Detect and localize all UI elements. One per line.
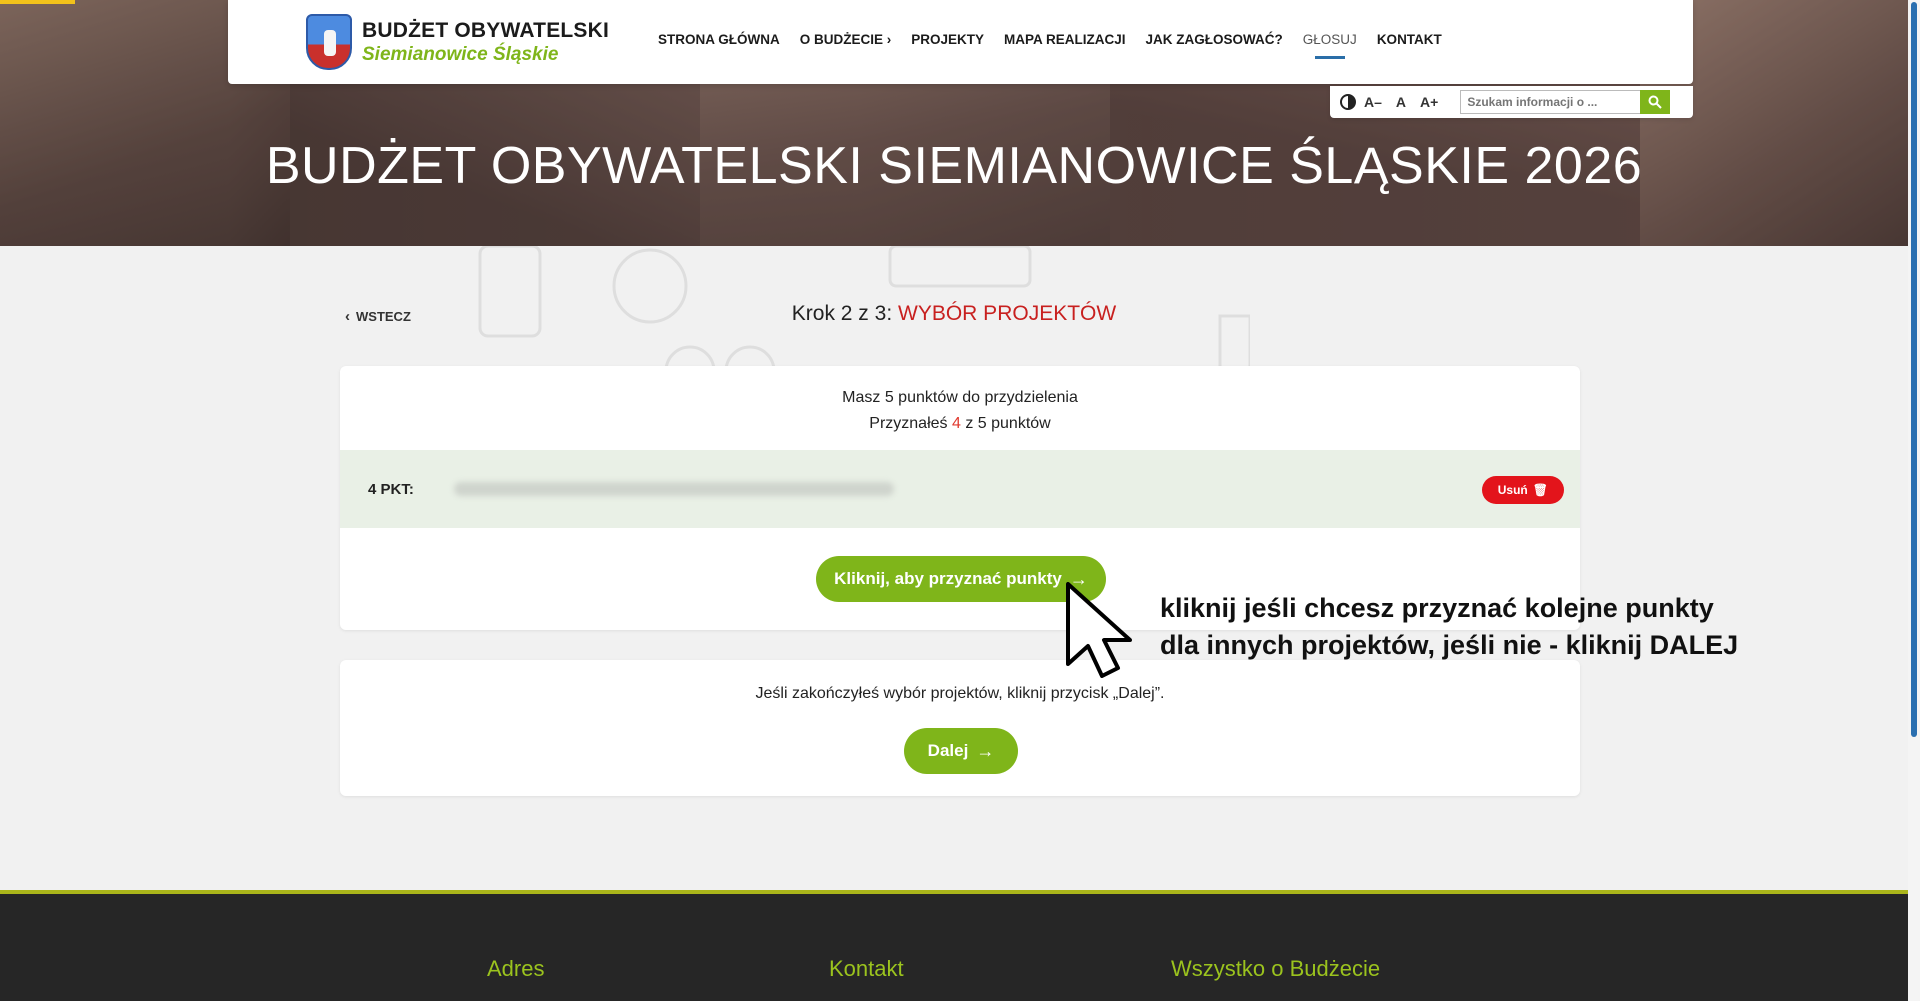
nav-item-vote[interactable]: GŁOSUJ: [1303, 32, 1357, 59]
points-assigned-value: 4: [951, 415, 961, 432]
finish-card: Jeśli zakończyłeś wybór projektów, klikn…: [340, 660, 1580, 796]
annotation-line-1: kliknij jeśli chcesz przyznać kolejne pu…: [1160, 593, 1714, 623]
footer-heading-about: Wszystko o Budżecie: [1171, 956, 1381, 981]
scrollbar-thumb[interactable]: [1911, 2, 1917, 737]
nav-item-map[interactable]: MAPA REALIZACJI: [1004, 32, 1126, 47]
search-input[interactable]: [1460, 90, 1641, 114]
search-form: [1460, 90, 1671, 114]
trash-icon: 🗑: [1532, 483, 1548, 497]
annotation-line-2: dla innych projektów, jeśli nie - klikni…: [1160, 630, 1739, 660]
contrast-toggle-icon[interactable]: [1340, 94, 1356, 110]
project-name-redacted: [454, 482, 894, 496]
step-heading: Krok 2 z 3: WYBÓR PROJEKTÓW: [0, 302, 1908, 326]
points-total-text: Masz 5 punktów do przydzielenia: [842, 389, 1078, 406]
logo-subtitle: Siemianowice Śląskie: [362, 43, 559, 65]
page-scrollbar[interactable]: [1908, 0, 1920, 1001]
instruction-annotation: kliknij jeśli chcesz przyznać kolejne pu…: [1160, 590, 1738, 664]
assigned-project-row: 4 PKT: Usuń 🗑: [340, 450, 1580, 528]
points-summary: Masz 5 punktów do przydzielenia Przyznał…: [340, 366, 1580, 437]
nav-item-about[interactable]: O BUDŻECIE ›: [800, 32, 892, 47]
footer-heading-contact: Kontakt: [829, 956, 904, 981]
assigned-points-label: 4 PKT:: [368, 480, 414, 498]
step-label: Krok 2 z 3:: [791, 302, 893, 325]
font-smaller-button[interactable]: A–: [1364, 94, 1382, 110]
nav-item-projects[interactable]: PROJEKTY: [911, 32, 984, 47]
top-accent-bar: [0, 0, 75, 4]
points-assigned-text: Przyznałeś 4 z 5 punktów: [869, 415, 1051, 432]
cursor-arrow-icon: [1066, 582, 1132, 678]
assign-points-button[interactable]: Kliknij, aby przyznać punkty →: [816, 556, 1106, 602]
remove-button[interactable]: Usuń 🗑: [1481, 476, 1564, 504]
nav-item-contact[interactable]: KONTAKT: [1377, 32, 1442, 47]
search-icon: [1648, 95, 1663, 109]
site-header: BUDŻET OBYWATELSKI Siemianowice Śląskie …: [228, 0, 1693, 84]
finish-info-text: Jeśli zakończyłeś wybór projektów, klikn…: [755, 685, 1165, 702]
site-logo[interactable]: BUDŻET OBYWATELSKI Siemianowice Śląskie: [306, 14, 609, 70]
font-larger-button[interactable]: A+: [1420, 94, 1438, 110]
step-name: WYBÓR PROJEKTÓW: [898, 302, 1117, 325]
site-footer: Adres Kontakt Wszystko o Budżecie: [0, 890, 1908, 1001]
nav-item-home[interactable]: STRONA GŁÓWNA: [658, 32, 780, 47]
font-normal-button[interactable]: A: [1396, 94, 1406, 110]
search-button[interactable]: [1640, 90, 1671, 114]
accessibility-toolbar: A– A A+: [1330, 86, 1693, 118]
main-nav: STRONA GŁÓWNA O BUDŻECIE › PROJEKTY MAPA…: [658, 32, 1462, 59]
footer-heading-address: Adres: [487, 956, 545, 981]
hero-title: BUDŻET OBYWATELSKI SIEMIANOWICE ŚLĄSKIE …: [265, 137, 1643, 195]
nav-item-how-to-vote[interactable]: JAK ZAGŁOSOWAĆ?: [1146, 32, 1283, 47]
logo-title: BUDŻET OBYWATELSKI: [362, 18, 610, 42]
next-button[interactable]: Dalej →: [904, 728, 1018, 774]
arrow-right-icon: →: [976, 740, 995, 761]
city-crest-icon: [306, 14, 352, 70]
